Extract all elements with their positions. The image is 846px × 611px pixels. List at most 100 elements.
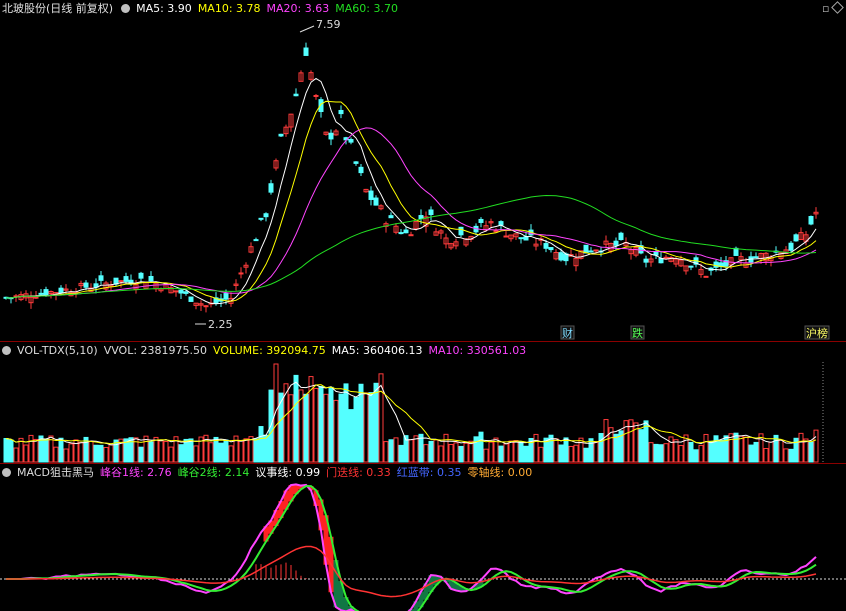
volume-bar (318, 385, 324, 463)
volume-bar (478, 431, 484, 463)
volume-bar (303, 393, 309, 463)
volume-bar (433, 439, 439, 463)
ma20-line (5, 127, 817, 299)
volume-bar (813, 429, 819, 463)
candle-body (418, 215, 424, 220)
candle-body (498, 221, 504, 226)
candle-body (313, 94, 319, 97)
volume-bar (313, 387, 319, 463)
candle-body (263, 213, 269, 218)
candle-body (493, 230, 499, 233)
volume-bar (508, 440, 514, 463)
candle-body (223, 293, 229, 300)
volume-bar (8, 439, 14, 463)
volume-bar (373, 382, 379, 463)
candle-body (328, 132, 334, 140)
candle-body (613, 240, 619, 246)
volume-bar (368, 392, 374, 463)
volume-bar (468, 440, 474, 463)
volume-bar (13, 447, 19, 463)
candle-body (348, 139, 354, 143)
candle-body (458, 226, 464, 236)
volume-bar (503, 443, 509, 463)
volume-bar (188, 438, 194, 463)
volume-bar (148, 441, 154, 463)
peak-valley-line-2 (6, 485, 817, 611)
volume-bar (708, 440, 714, 463)
volume-bar (108, 444, 114, 463)
volume-bar (768, 441, 774, 463)
low-price-label: 2.25 (208, 318, 233, 331)
volume-bar (533, 433, 539, 463)
volume-bar (513, 440, 519, 463)
chart-canvas[interactable]: 7.59 2.25 财 跌 沪榜 (0, 0, 846, 611)
volume-bar (563, 437, 569, 463)
volume-bar (473, 436, 479, 463)
volume-bar (63, 448, 69, 463)
volume-bar (103, 446, 109, 463)
volume-bar (428, 440, 434, 463)
event-marker-0: 财 (562, 326, 573, 340)
volume-bar (218, 442, 224, 463)
candle-body (558, 252, 564, 261)
volume-bar (568, 445, 574, 463)
volume-bar (588, 438, 594, 463)
volume-bar (453, 442, 459, 463)
candle-body (408, 234, 414, 237)
volume-bar (463, 442, 469, 463)
candle-body (593, 249, 599, 252)
volume-bar (668, 436, 674, 463)
candle-body (83, 282, 89, 288)
volume-bar (288, 394, 294, 463)
candle-body (753, 256, 759, 259)
candle-body (793, 234, 799, 242)
candle-body (358, 166, 364, 174)
volume-bar (573, 444, 579, 463)
volume-bar (88, 440, 94, 463)
volume-bar (703, 433, 709, 463)
candle-body (268, 183, 274, 193)
candle-body (178, 289, 184, 294)
high-price-label: 7.59 (316, 18, 341, 31)
candle-body (58, 287, 64, 294)
volume-bar (398, 444, 404, 463)
volume-bar (448, 443, 454, 463)
candle-body (523, 236, 529, 241)
volume-bar (583, 447, 589, 463)
candle-body (238, 272, 244, 275)
volume-bar (58, 437, 64, 463)
volume-bar (748, 444, 754, 463)
volume-bar (688, 441, 694, 463)
candle-body (713, 261, 719, 268)
volume-bar (223, 439, 229, 463)
volume-bar (93, 444, 99, 463)
candle-body (808, 216, 814, 225)
volume-bar (293, 374, 299, 463)
volume-bar (698, 444, 704, 463)
volume-bar (383, 441, 389, 463)
vol-ma10-line (5, 384, 817, 445)
volume-bar (413, 435, 419, 463)
volume-bar (678, 445, 684, 463)
candle-body (303, 47, 309, 56)
candle-body (123, 276, 129, 282)
candle-body (518, 237, 524, 240)
candle-body (278, 133, 284, 137)
volume-bar (338, 393, 344, 463)
volume-bar (408, 439, 414, 463)
high-pointer (299, 25, 315, 33)
vol-ma5-line (5, 381, 817, 446)
peak-valley-line-1 (6, 483, 817, 611)
candle-body (618, 232, 624, 241)
volume-bar (263, 434, 269, 463)
candle-body (188, 296, 194, 302)
volume-bar (803, 438, 809, 463)
candle-body (703, 275, 709, 278)
volume-bar (798, 432, 804, 463)
volume-bar (598, 433, 604, 463)
candle-body (338, 109, 344, 115)
volume-bar (193, 445, 199, 463)
candle-body (253, 239, 259, 242)
volume-bar (743, 436, 749, 463)
volume-bar (33, 438, 39, 463)
